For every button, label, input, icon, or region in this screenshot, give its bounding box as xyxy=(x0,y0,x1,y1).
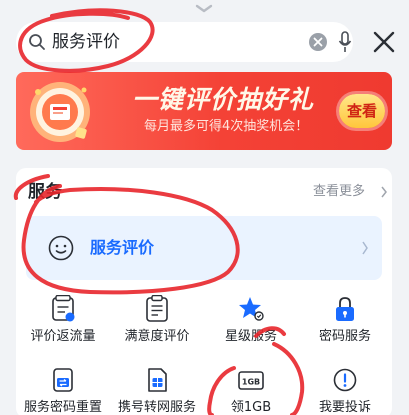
return-icon xyxy=(52,295,75,322)
view-more-link[interactable]: 查看更多 xyxy=(313,183,365,201)
clipboard-icon xyxy=(146,295,168,322)
grid-item-label: 星级服务 xyxy=(224,329,277,344)
grid-item-star-service[interactable]: 星级服务 xyxy=(204,295,298,357)
banner-title: 一键评价抽好礼 xyxy=(132,85,315,114)
grid-item-rating-rebate[interactable]: 评价返流量 xyxy=(16,295,110,357)
sim-icon xyxy=(148,368,167,392)
services-title: 服务 xyxy=(28,182,62,202)
grid-item-label: 满意度评价 xyxy=(124,329,190,344)
grid-item-label: 领1GB xyxy=(230,400,272,415)
banner-view-button[interactable]: 查看 xyxy=(339,94,385,128)
complaint-icon xyxy=(333,368,357,392)
chevron-right-icon[interactable] xyxy=(380,186,388,198)
grid-item-label: 密码服务 xyxy=(318,329,371,344)
grid-item-label: 我要投诉 xyxy=(318,400,371,415)
data-gift-badge: 1GB xyxy=(242,378,260,387)
service-evaluation-row[interactable]: 服务评价 xyxy=(26,216,382,280)
grid-item-label: 服务密码重置 xyxy=(23,400,102,415)
reset-icon xyxy=(53,368,73,392)
banner-subtitle: 每月最多可得4次抽奖机会！ xyxy=(144,119,309,134)
search-icon xyxy=(29,34,45,50)
search-input[interactable]: 服务评价 xyxy=(52,31,120,53)
service-evaluation-label: 服务评价 xyxy=(90,238,155,257)
promo-banner[interactable]: 一键评价抽好礼 每月最多可得4次抽奖机会！ 查看 xyxy=(16,72,392,150)
smile-icon xyxy=(48,235,74,261)
clear-icon[interactable] xyxy=(308,32,328,52)
prize-wheel-icon xyxy=(30,82,90,142)
collapse-handle-icon[interactable] xyxy=(194,4,214,14)
grid-item-label: 携号转网服务 xyxy=(117,400,196,415)
microphone-icon[interactable] xyxy=(338,31,352,53)
grid-item-satisfaction[interactable]: 满意度评价 xyxy=(110,295,204,357)
data-gift-icon: 1GB xyxy=(238,371,264,390)
star-icon xyxy=(239,297,264,321)
lock-icon xyxy=(336,297,354,321)
services-card: 服务 查看更多 服务评价 评价返流量 满意度评价 星级服务 密码服务 服务密码重… xyxy=(16,168,392,415)
grid-item-complaint[interactable]: 我要投诉 xyxy=(298,366,392,415)
chevron-right-icon xyxy=(362,241,368,255)
grid-item-number-porting[interactable]: 携号转网服务 xyxy=(110,366,204,415)
grid-item-claim-1gb[interactable]: 1GB 领1GB xyxy=(204,366,298,415)
search-bar[interactable]: 服务评价 xyxy=(16,22,353,62)
grid-item-label: 评价返流量 xyxy=(30,329,96,344)
close-icon[interactable] xyxy=(370,28,398,56)
grid-item-password-reset[interactable]: 服务密码重置 xyxy=(16,366,110,415)
grid-item-password-service[interactable]: 密码服务 xyxy=(298,295,392,357)
